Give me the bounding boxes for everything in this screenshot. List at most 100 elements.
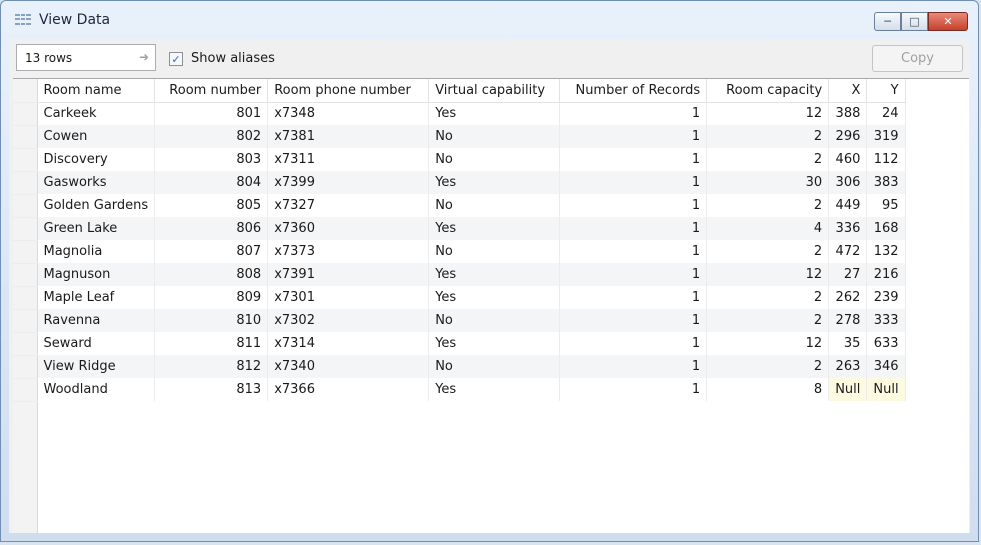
row-header-cell[interactable] [13,240,38,264]
cell-room-number[interactable]: 802 [154,125,269,148]
cell-room-phone-number[interactable]: x7301 [267,286,430,309]
cell-virtual-capability[interactable]: No [428,194,561,217]
cell-number-of-records[interactable]: 1 [559,102,708,125]
cell-room-phone-number[interactable]: x7373 [267,240,430,263]
cell-room-phone-number[interactable]: x7314 [267,332,430,355]
cell-x[interactable]: 460 [828,148,868,171]
cell-room-capacity[interactable]: 2 [706,309,830,332]
row-header-cell[interactable] [13,194,38,218]
cell-y[interactable]: 633 [866,332,906,355]
table-row[interactable]: View Ridge 812 x7340 No 1 2 263 346 [13,355,906,379]
cell-room-capacity[interactable]: 2 [706,148,830,171]
cell-x[interactable]: 27 [828,263,868,286]
row-header-cell[interactable] [13,378,38,402]
cell-room-capacity[interactable]: 12 [706,102,830,125]
cell-room-name[interactable]: Cowen [37,125,156,148]
cell-number-of-records[interactable]: 1 [559,355,708,378]
cell-room-capacity[interactable]: 2 [706,194,830,217]
table-row[interactable]: Woodland 813 x7366 Yes 1 8 Null Null [13,378,906,402]
cell-virtual-capability[interactable]: No [428,148,561,171]
row-header-cell[interactable] [13,125,38,149]
cell-virtual-capability[interactable]: No [428,309,561,332]
cell-room-capacity[interactable]: 2 [706,240,830,263]
cell-y[interactable]: 24 [866,102,906,125]
cell-x[interactable]: 263 [828,355,868,378]
show-aliases-label[interactable]: Show aliases [191,51,275,66]
cell-y[interactable]: 346 [866,355,906,378]
column-header-number-of-records[interactable]: Number of Records [559,79,708,103]
cell-room-capacity[interactable]: 30 [706,171,830,194]
cell-number-of-records[interactable]: 1 [559,286,708,309]
cell-room-name[interactable]: View Ridge [37,355,156,378]
cell-virtual-capability[interactable]: Yes [428,378,561,401]
cell-room-number[interactable]: 809 [154,286,269,309]
cell-x[interactable]: 449 [828,194,868,217]
cell-room-phone-number[interactable]: x7340 [267,355,430,378]
cell-number-of-records[interactable]: 1 [559,378,708,401]
row-header-cell[interactable] [13,171,38,195]
cell-room-phone-number[interactable]: x7366 [267,378,430,401]
cell-room-phone-number[interactable]: x7381 [267,125,430,148]
cell-y[interactable]: Null [866,378,906,401]
table-row[interactable]: Cowen 802 x7381 No 1 2 296 319 [13,125,906,149]
cell-room-phone-number[interactable]: x7391 [267,263,430,286]
cell-room-phone-number[interactable]: x7399 [267,171,430,194]
table-row[interactable]: Green Lake 806 x7360 Yes 1 4 336 168 [13,217,906,241]
row-header-cell[interactable] [13,217,38,241]
cell-virtual-capability[interactable]: Yes [428,332,561,355]
cell-room-number[interactable]: 806 [154,217,269,240]
table-row[interactable]: Carkeek 801 x7348 Yes 1 12 388 24 [13,102,906,126]
cell-x[interactable]: 472 [828,240,868,263]
column-header-room-capacity[interactable]: Room capacity [706,79,830,103]
cell-virtual-capability[interactable]: No [428,355,561,378]
cell-room-capacity[interactable]: 12 [706,263,830,286]
cell-number-of-records[interactable]: 1 [559,171,708,194]
cell-room-name[interactable]: Ravenna [37,309,156,332]
cell-number-of-records[interactable]: 1 [559,332,708,355]
cell-number-of-records[interactable]: 1 [559,125,708,148]
cell-room-capacity[interactable]: 4 [706,217,830,240]
cell-room-name[interactable]: Golden Gardens [37,194,156,217]
title-bar[interactable]: View Data ─ □ ✕ [1,1,978,39]
cell-room-phone-number[interactable]: x7348 [267,102,430,125]
row-header-cell[interactable] [13,286,38,310]
minimize-button[interactable]: ─ [874,12,901,31]
column-header-room-number[interactable]: Room number [154,79,269,103]
cell-room-name[interactable]: Seward [37,332,156,355]
row-header-cell[interactable] [13,102,38,126]
table-row[interactable]: Maple Leaf 809 x7301 Yes 1 2 262 239 [13,286,906,310]
column-header-x[interactable]: X [828,79,868,103]
cell-room-phone-number[interactable]: x7327 [267,194,430,217]
cell-room-name[interactable]: Maple Leaf [37,286,156,309]
table-row[interactable]: Golden Gardens 805 x7327 No 1 2 449 95 [13,194,906,218]
cell-x[interactable]: 296 [828,125,868,148]
cell-y[interactable]: 95 [866,194,906,217]
show-aliases-checkbox[interactable]: ✓ [169,52,183,66]
close-button[interactable]: ✕ [928,12,968,31]
cell-virtual-capability[interactable]: Yes [428,171,561,194]
cell-room-name[interactable]: Carkeek [37,102,156,125]
cell-room-number[interactable]: 805 [154,194,269,217]
cell-room-name[interactable]: Woodland [37,378,156,401]
cell-virtual-capability[interactable]: No [428,240,561,263]
cell-y[interactable]: 383 [866,171,906,194]
cell-x[interactable]: 306 [828,171,868,194]
cell-room-capacity[interactable]: 2 [706,286,830,309]
column-header-y[interactable]: Y [866,79,906,103]
maximize-button[interactable]: □ [901,12,928,31]
cell-x[interactable]: 262 [828,286,868,309]
copy-button[interactable]: Copy [872,45,963,72]
cell-number-of-records[interactable]: 1 [559,309,708,332]
cell-room-name[interactable]: Magnolia [37,240,156,263]
cell-room-number[interactable]: 811 [154,332,269,355]
cell-x[interactable]: 336 [828,217,868,240]
cell-room-phone-number[interactable]: x7360 [267,217,430,240]
table-row[interactable]: Ravenna 810 x7302 No 1 2 278 333 [13,309,906,333]
cell-room-number[interactable]: 804 [154,171,269,194]
cell-number-of-records[interactable]: 1 [559,263,708,286]
cell-room-name[interactable]: Discovery [37,148,156,171]
cell-room-number[interactable]: 808 [154,263,269,286]
cell-room-name[interactable]: Green Lake [37,217,156,240]
cell-room-number[interactable]: 810 [154,309,269,332]
table-row[interactable]: Discovery 803 x7311 No 1 2 460 112 [13,148,906,172]
